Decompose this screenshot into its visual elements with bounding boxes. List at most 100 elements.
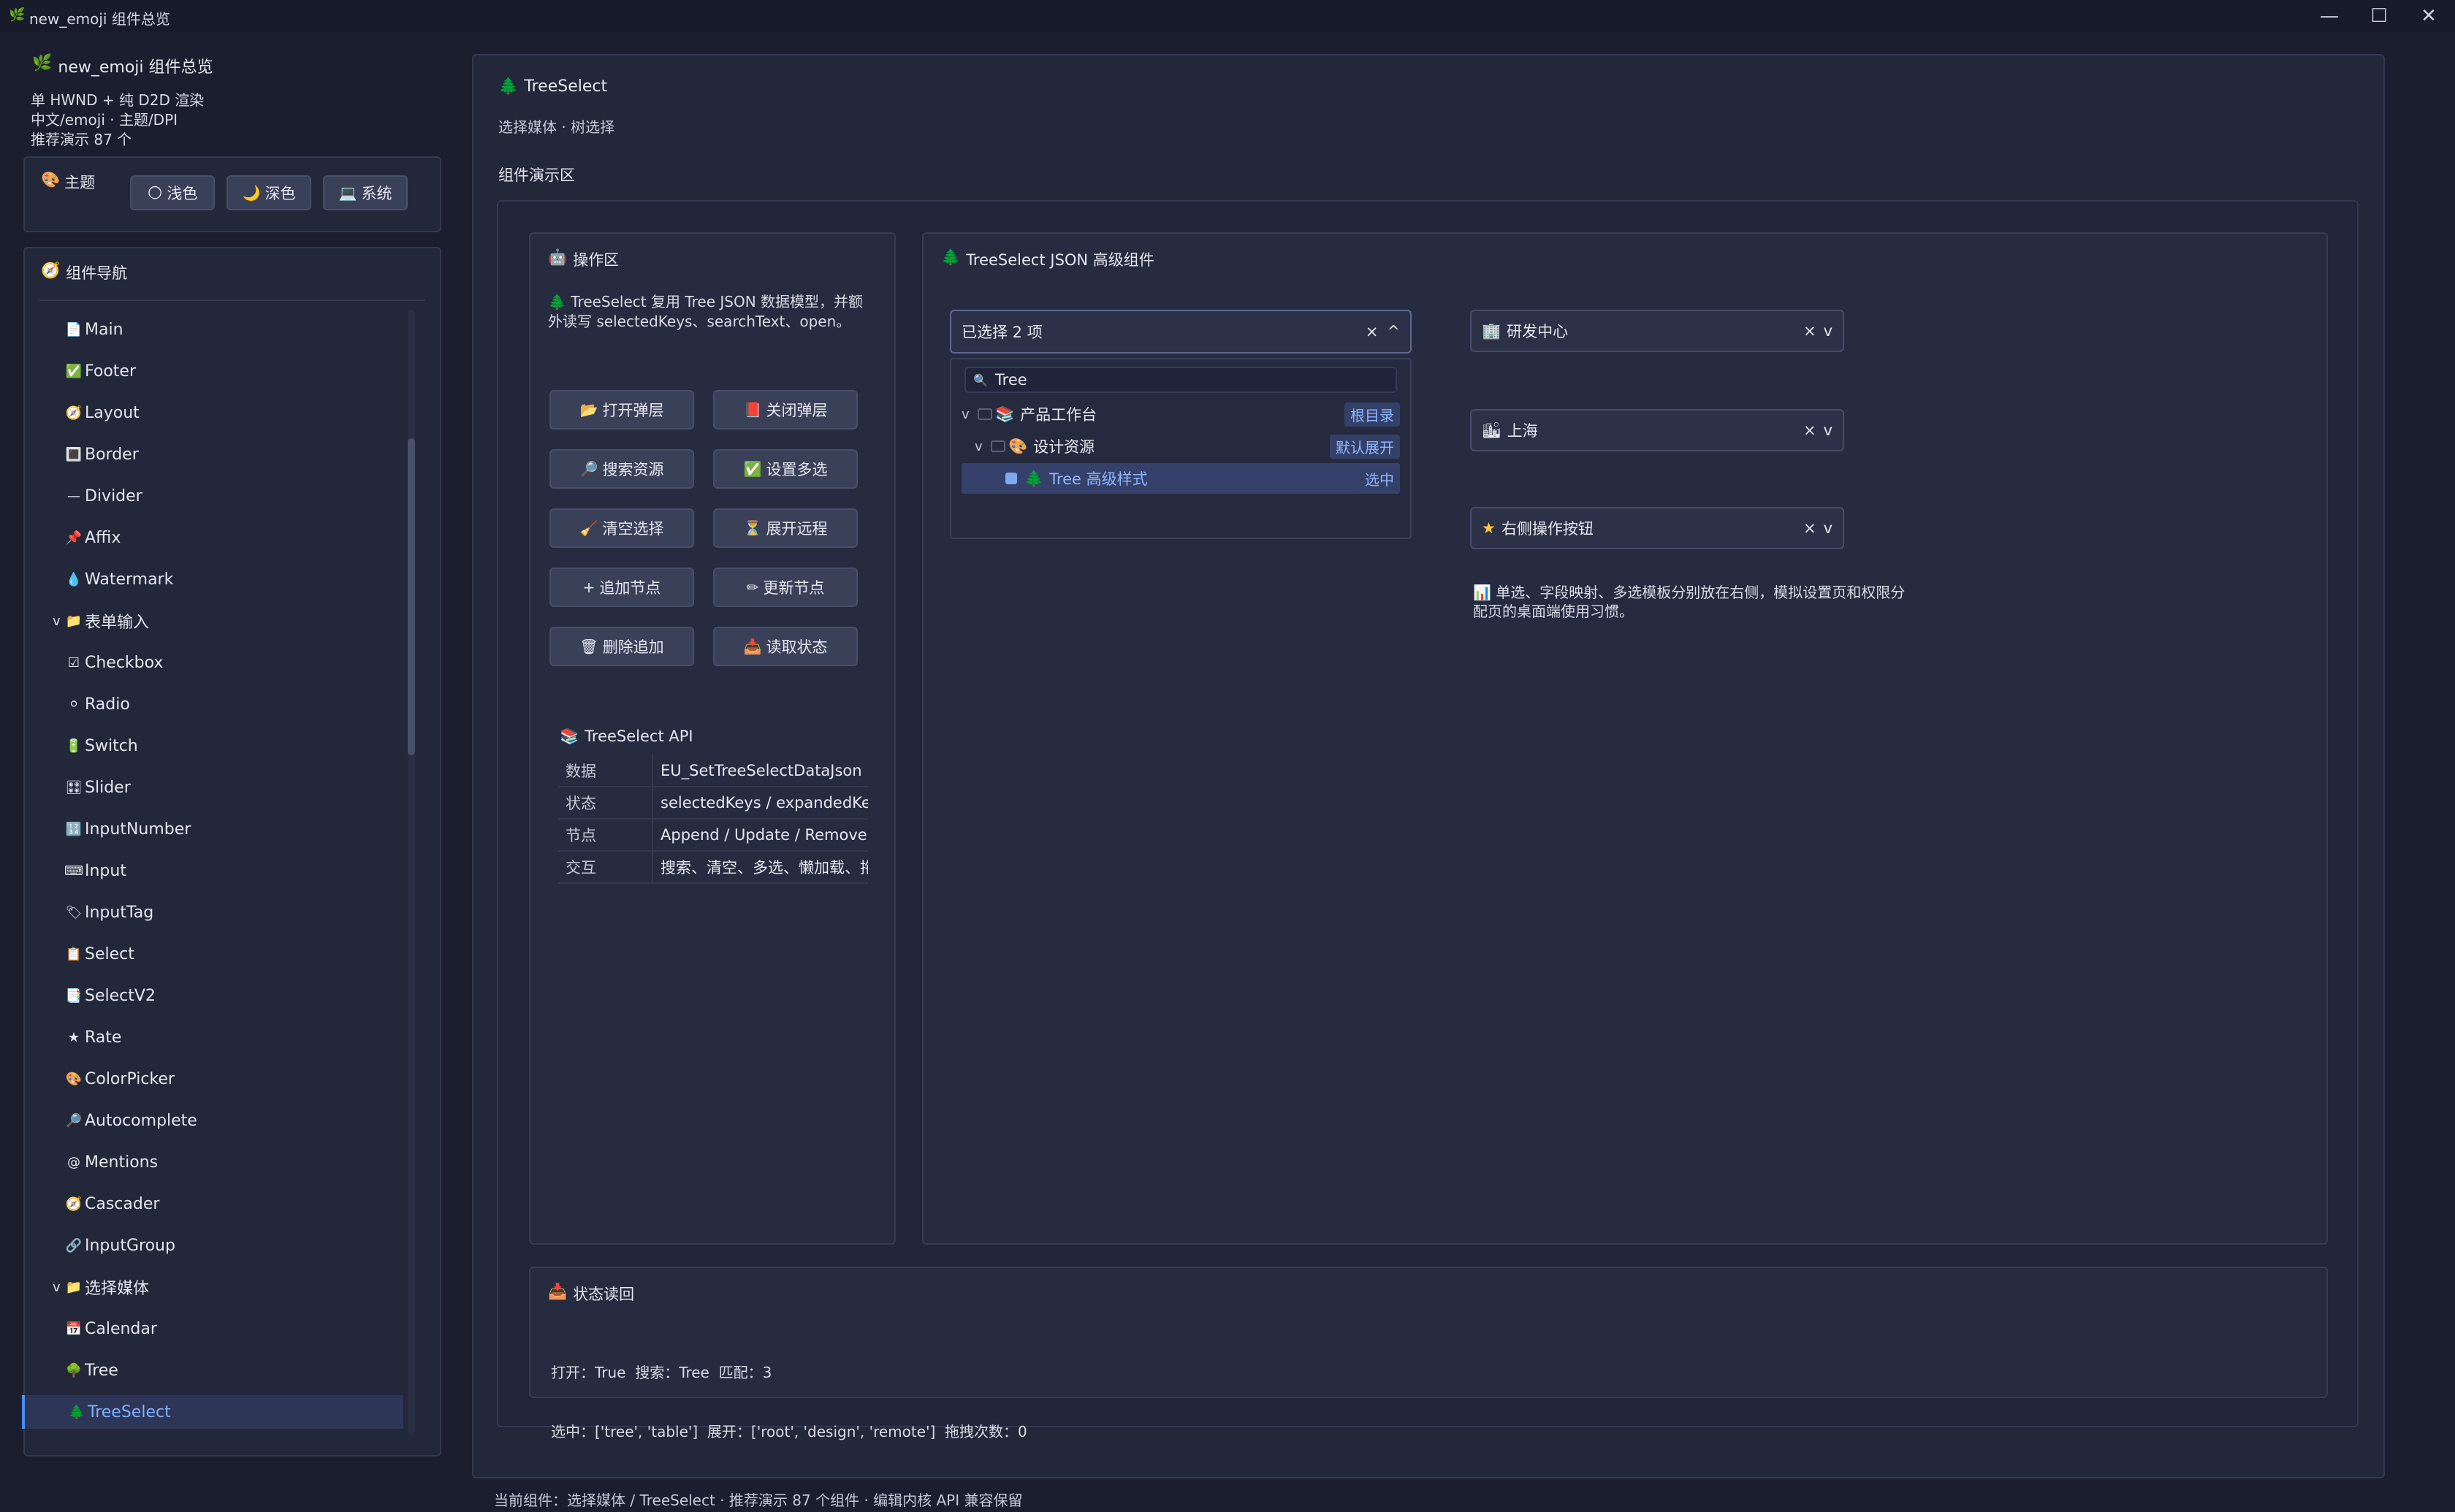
- tree-node-tag: 默认展开: [1330, 434, 1400, 459]
- sidebar-item[interactable]: 📋 Select: [22, 937, 403, 971]
- sidebar-item-label: Divider: [85, 486, 142, 505]
- checkbox-checked[interactable]: [1005, 473, 1017, 484]
- sidebar-item[interactable]: 🎛 Slider: [22, 771, 403, 804]
- chevron-down-icon[interactable]: v: [53, 1280, 63, 1295]
- ops-button[interactable]: ⏳ 展开远程: [713, 508, 858, 548]
- sidebar-item[interactable]: ✅ Footer: [22, 354, 403, 388]
- sidebar-item-label: Rate: [85, 1028, 122, 1047]
- nav-scrollbar-thumb[interactable]: [408, 438, 415, 755]
- sidebar-item[interactable]: ⌨ Input: [22, 854, 403, 887]
- tree-node-selected[interactable]: 🌲 Tree 高级样式 选中: [962, 463, 1400, 494]
- sidebar-item[interactable]: 🏷 InputTag: [22, 896, 403, 929]
- nav-icon: 🔎: [65, 1112, 83, 1129]
- api-table: 数据 EU_SetTreeSelectDataJson 状态 selectedKey…: [558, 755, 868, 884]
- nav-icon: 📄: [65, 321, 83, 337]
- chevron-down-icon[interactable]: v: [962, 407, 978, 422]
- sidebar-item[interactable]: 🔳 Border: [22, 438, 403, 471]
- component-card: 🌲 TreeSelect JSON 高级组件 已选择 2 项 × ^ 🔍 Tre…: [922, 232, 2328, 1245]
- sidebar-item[interactable]: 🌳 Tree: [22, 1353, 403, 1387]
- sidebar-item-label: Main: [85, 320, 123, 339]
- sidebar-item[interactable]: 🌲 TreeSelect: [22, 1395, 403, 1429]
- clear-icon[interactable]: ×: [1803, 519, 1816, 537]
- theme-dark-button[interactable]: 🌙 深色: [227, 175, 311, 210]
- minimize-button[interactable]: —: [2306, 3, 2353, 29]
- theme-light-button[interactable]: 🌕 浅色: [130, 175, 215, 210]
- nav-group[interactable]: v 📁 选择媒体: [22, 1270, 403, 1304]
- sidebar-item[interactable]: 📑 SelectV2: [22, 979, 403, 1012]
- sidebar-item[interactable]: ⚪ Radio: [22, 687, 403, 721]
- sidebar-item[interactable]: 📌 Affix: [22, 521, 403, 554]
- sidebar-item[interactable]: @ Mentions: [22, 1145, 403, 1179]
- theme-panel: 🎨 主题 🌕 浅色 🌙 深色 💻 系统: [23, 156, 441, 232]
- sidebar-item[interactable]: — Divider: [22, 479, 403, 513]
- chevron-up-icon[interactable]: ^: [1387, 323, 1400, 340]
- tree-node-design[interactable]: v 🎨 设计资源 默认展开: [962, 431, 1400, 462]
- sidebar-item-label: Select: [85, 944, 134, 963]
- sidebar-item[interactable]: 🔗 InputGroup: [22, 1229, 403, 1262]
- ops-button[interactable]: 🔎 搜索资源: [549, 449, 694, 489]
- tree-node-root[interactable]: v 📚 产品工作台 根目录: [962, 399, 1400, 429]
- laptop-icon: 💻: [338, 184, 357, 202]
- tree-icon: 🌲: [498, 77, 519, 96]
- chevron-down-icon[interactable]: v: [1824, 519, 1832, 537]
- nav-group[interactable]: v 📁 表单输入: [22, 604, 403, 638]
- clear-icon[interactable]: ×: [1803, 322, 1816, 340]
- component-note: 📊 单选、字段映射、多选模板分别放在右侧，模拟设置页和权限分 配页的桌面端使用习…: [1473, 584, 1906, 620]
- sidebar-item[interactable]: 🎨 ColorPicker: [22, 1062, 403, 1096]
- clear-icon[interactable]: ×: [1366, 323, 1379, 340]
- ops-button[interactable]: 📥 读取状态: [713, 627, 858, 666]
- nav-icon: @: [67, 1154, 80, 1170]
- checkbox[interactable]: [978, 408, 992, 420]
- moon-icon: 🌙: [242, 184, 261, 202]
- ops-button[interactable]: 🗑 删除追加: [549, 627, 694, 666]
- select-department[interactable]: 🏢 研发中心 × v: [1470, 310, 1844, 352]
- tree-select-input[interactable]: 已选择 2 项 × ^: [950, 310, 1412, 354]
- nav-icon: 🧭: [65, 405, 83, 421]
- sidebar-item-label: Input: [85, 861, 126, 880]
- close-button[interactable]: ✕: [2405, 3, 2452, 29]
- ops-button[interactable]: ✏ 更新节点: [713, 568, 858, 607]
- sidebar-item-label: Footer: [85, 362, 136, 381]
- building-icon: 🏢: [1482, 321, 1501, 340]
- sidebar-item[interactable]: 🔎 Autocomplete: [22, 1104, 403, 1137]
- sidebar-item-label: InputNumber: [85, 820, 191, 839]
- chevron-down-icon[interactable]: v: [53, 614, 63, 629]
- demo-area-label: 组件演示区: [498, 167, 575, 184]
- robot-icon: 🤖: [548, 248, 568, 266]
- ops-button[interactable]: 📕 关闭弹层: [713, 390, 858, 429]
- tree-search-input[interactable]: 🔍 Tree: [964, 367, 1397, 393]
- sidebar-item[interactable]: 🧭 Cascader: [22, 1187, 403, 1221]
- sidebar-item-label: InputTag: [85, 903, 154, 922]
- sidebar-item[interactable]: ☑ Checkbox: [22, 646, 403, 679]
- ops-button[interactable]: 🧹 清空选择: [549, 508, 694, 548]
- chevron-down-icon[interactable]: v: [1824, 322, 1832, 340]
- maximize-button[interactable]: ☐: [2356, 3, 2402, 29]
- sidebar-item[interactable]: 🔢 InputNumber: [22, 812, 403, 846]
- chevron-down-icon[interactable]: v: [975, 439, 991, 454]
- nav-icon: 📅: [65, 1321, 83, 1337]
- sidebar-item[interactable]: 📄 Main: [22, 313, 403, 346]
- sidebar-item-label: Cascader: [85, 1194, 160, 1213]
- sidebar-item[interactable]: 💧 Watermark: [22, 562, 403, 596]
- palette-icon: 🎨: [41, 171, 61, 188]
- sidebar-item[interactable]: ★ Rate: [22, 1020, 403, 1054]
- chevron-down-icon[interactable]: v: [1824, 421, 1832, 439]
- sidebar-info: 单 HWND + 纯 D2D 渲染 中文/emoji · 主题/DPI 推荐演示…: [31, 91, 204, 150]
- page-subtitle: 选择媒体 · 树选择: [498, 118, 615, 136]
- ops-button[interactable]: + 追加节点: [549, 568, 694, 607]
- sidebar-item[interactable]: 📅 Calendar: [22, 1312, 403, 1345]
- ops-button[interactable]: ✅ 设置多选: [713, 449, 858, 489]
- select-city[interactable]: 🏙 上海 × v: [1470, 409, 1844, 451]
- clear-icon[interactable]: ×: [1803, 421, 1816, 439]
- theme-system-button[interactable]: 💻 系统: [323, 175, 408, 210]
- sidebar-item-label: Radio: [85, 695, 130, 714]
- select-action[interactable]: ★ 右侧操作按钮 × v: [1470, 507, 1844, 549]
- sidebar-item-label: TreeSelect: [88, 1402, 171, 1421]
- checkbox[interactable]: [991, 440, 1005, 452]
- sidebar-item[interactable]: 🔋 Switch: [22, 729, 403, 763]
- ops-button[interactable]: 📂 打开弹层: [549, 390, 694, 429]
- nav-scrollbar-track[interactable]: [408, 310, 415, 1435]
- tree-icon: 🌲: [548, 293, 571, 310]
- sidebar-item[interactable]: 🧭 Layout: [22, 396, 403, 429]
- nav-icon: 📋: [65, 946, 83, 962]
